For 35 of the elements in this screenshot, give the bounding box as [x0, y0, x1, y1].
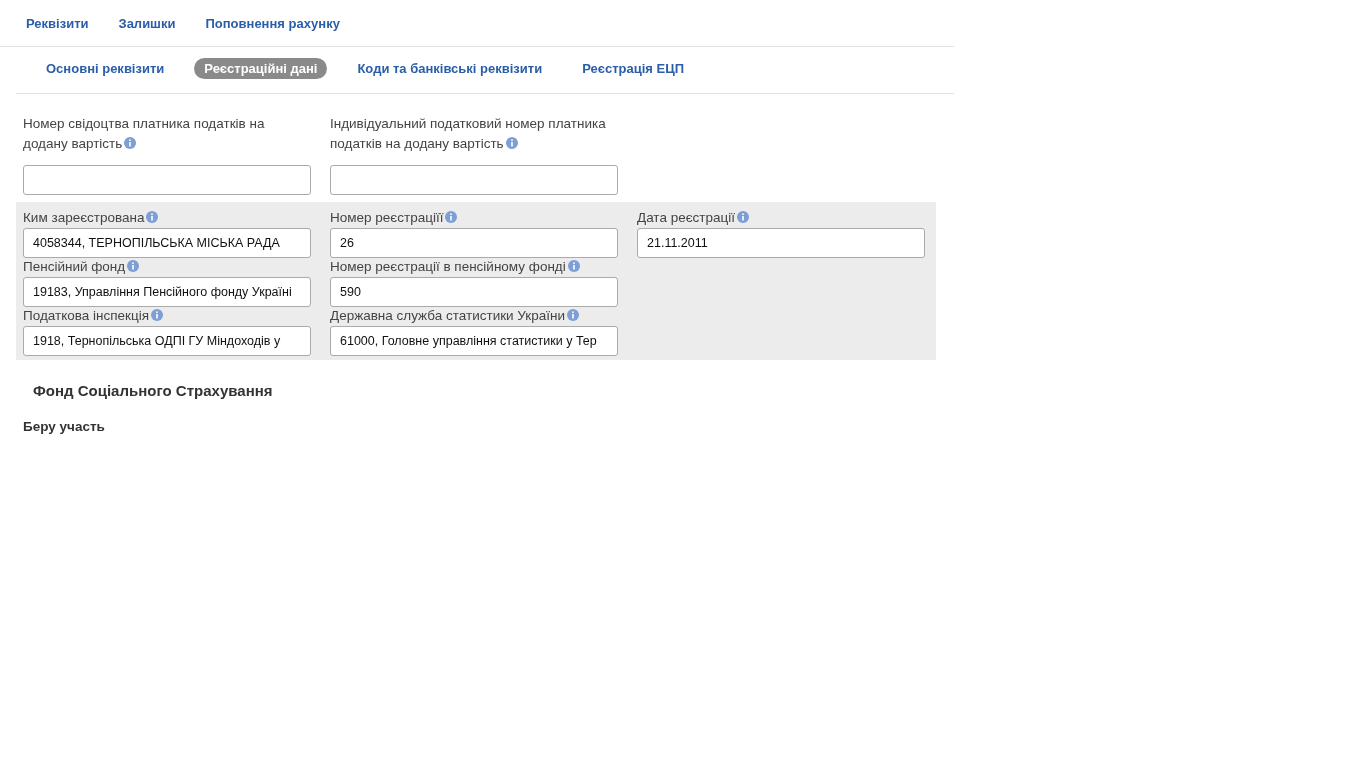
input-field[interactable]: 1918, Тернопільська ОДПІ ГУ Міндоходів у	[23, 326, 311, 356]
info-icon[interactable]	[151, 309, 163, 321]
input-field[interactable]: 4058344, ТЕРНОПІЛЬСЬКА МІСЬКА РАДА	[23, 228, 311, 258]
field-label: Індивідуальний податковий номер платника податків на додану вартість	[330, 115, 607, 153]
tab[interactable]: Коди та банківські реквізити	[347, 58, 553, 79]
input-field[interactable]: 61000, Головне управління статистики у Тер	[330, 326, 618, 356]
input-field[interactable]: 26	[330, 228, 618, 258]
nav-link[interactable]: Поповнення рахунку	[205, 16, 340, 31]
participation-status: Беру участь	[23, 419, 106, 434]
field-label: Номер свідоцтва платника податків на додану вартість	[23, 115, 266, 153]
tab[interactable]: Реєстрація ЕЦП	[572, 58, 694, 79]
field-label: Державна служба статистики України	[330, 306, 618, 326]
info-icon[interactable]	[124, 137, 137, 149]
input-field[interactable]: 19183, Управління Пенсійного фонду Україні	[23, 277, 311, 307]
field-label: Номер реєстрації в пенсійному фонді	[330, 257, 618, 277]
input-field[interactable]	[330, 165, 618, 195]
info-icon[interactable]	[445, 211, 458, 223]
field-label: Пенсійний фонд	[23, 257, 311, 277]
tab[interactable]: Основні реквізити	[36, 58, 175, 79]
input-field[interactable]	[23, 165, 311, 195]
info-icon[interactable]	[505, 137, 518, 149]
field-label: Номер реєстраціїї	[330, 208, 618, 228]
field-label: Податкова інспекція	[23, 306, 311, 326]
nav-link[interactable]: Реквізити	[26, 16, 89, 31]
section-heading: Фонд Соціального Страхування	[33, 382, 274, 399]
field-label: Ким зареєстрована	[23, 208, 311, 228]
info-icon[interactable]	[127, 260, 140, 272]
input-field[interactable]: 21.11.2011	[637, 228, 925, 258]
info-icon[interactable]	[567, 309, 579, 321]
field-label: Дата реєстрації	[637, 208, 925, 228]
input-field[interactable]: 590	[330, 277, 618, 307]
info-icon[interactable]	[567, 260, 580, 272]
info-icon[interactable]	[737, 211, 749, 223]
nav-link[interactable]: Залишки	[118, 16, 176, 31]
info-icon[interactable]	[146, 211, 159, 223]
